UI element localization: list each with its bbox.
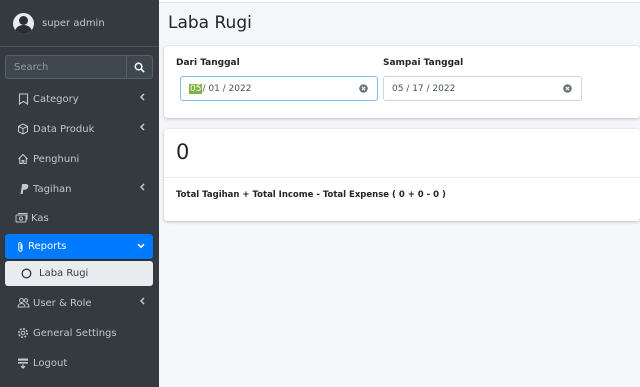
sidebar-item-label: Reports [28,241,67,252]
sidebar-item-reports[interactable]: Reports [5,234,153,259]
search-button[interactable] [126,55,153,79]
sidebar-subitem-laba-rugi[interactable]: Laba Rugi [5,261,153,286]
clear-icon[interactable] [563,84,572,93]
sidebar-item-label: Penghuni [33,153,80,165]
user-name[interactable]: super admin [42,18,105,29]
paperclip-icon [16,240,25,254]
sidebar-item-tagihan[interactable]: Tagihan [5,175,153,203]
circle-icon [19,267,33,281]
sidebar-item-label: Logout [33,357,68,369]
profit-formula: Total Tagihan + Total Income - Total Exp… [176,190,446,200]
result-card: 0 Total Tagihan + Total Income - Total E… [164,129,640,221]
sidebar-item-kas[interactable]: Kas [5,204,153,232]
sidebar-item-label: User & Role [33,297,92,309]
avatar [13,12,34,34]
sidebar-item-general-settings[interactable]: General Settings [5,319,153,347]
filter-card: Dari Tanggal 05 / 01 / 2022 Sampai Tangg… [164,46,640,118]
logout-icon [16,356,30,370]
paypal-icon [16,182,30,196]
divider [164,177,640,178]
chevron-down-icon [137,243,145,249]
chevron-left-icon [139,183,145,191]
sidebar-item-label: Laba Rugi [39,268,89,279]
to-date-input[interactable]: 05 / 17 / 2022 [383,76,582,101]
bookmark-icon [16,92,30,106]
sidebar-item-category[interactable]: Category [5,85,153,113]
money-bill-icon [14,211,28,225]
sidebar: super admin Category Data Produk Penghun… [0,0,159,387]
sidebar-search [5,55,153,79]
sidebar-item-label: Tagihan [33,183,72,195]
home-icon [16,152,30,166]
sidebar-item-data-produk[interactable]: Data Produk [5,115,153,143]
to-date-label: Sampai Tanggal [383,58,464,68]
profit-value: 0 [176,140,190,164]
clear-icon[interactable] [359,84,368,93]
sidebar-item-label: Kas [31,212,49,224]
user-panel[interactable]: super admin [0,0,159,47]
users-icon [16,296,30,310]
sidebar-item-label: General Settings [33,327,117,339]
gear-icon [16,326,30,340]
sidebar-item-label: Category [33,93,79,105]
sidebar-item-penghuni[interactable]: Penghuni [5,145,153,173]
chevron-left-icon [139,123,145,131]
main-content: Laba Rugi Dari Tanggal 05 / 01 / 2022 Sa… [159,0,640,387]
date-month-segment[interactable]: 05 [189,83,203,94]
page-title: Laba Rugi [168,13,252,33]
box-icon [16,122,30,136]
from-date-input[interactable]: 05 / 01 / 2022 [180,76,378,101]
sidebar-item-label: Data Produk [33,123,95,135]
search-input[interactable] [5,55,126,79]
search-icon [134,62,145,73]
chevron-left-icon [139,297,145,305]
sidebar-item-logout[interactable]: Logout [5,349,153,377]
sidebar-item-user-role[interactable]: User & Role [5,289,153,317]
date-rest: / 01 / 2022 [202,83,252,94]
from-date-label: Dari Tanggal [176,58,240,68]
chevron-left-icon [139,93,145,101]
date-value: 05 / 17 / 2022 [392,83,456,94]
top-navbar [159,0,640,3]
